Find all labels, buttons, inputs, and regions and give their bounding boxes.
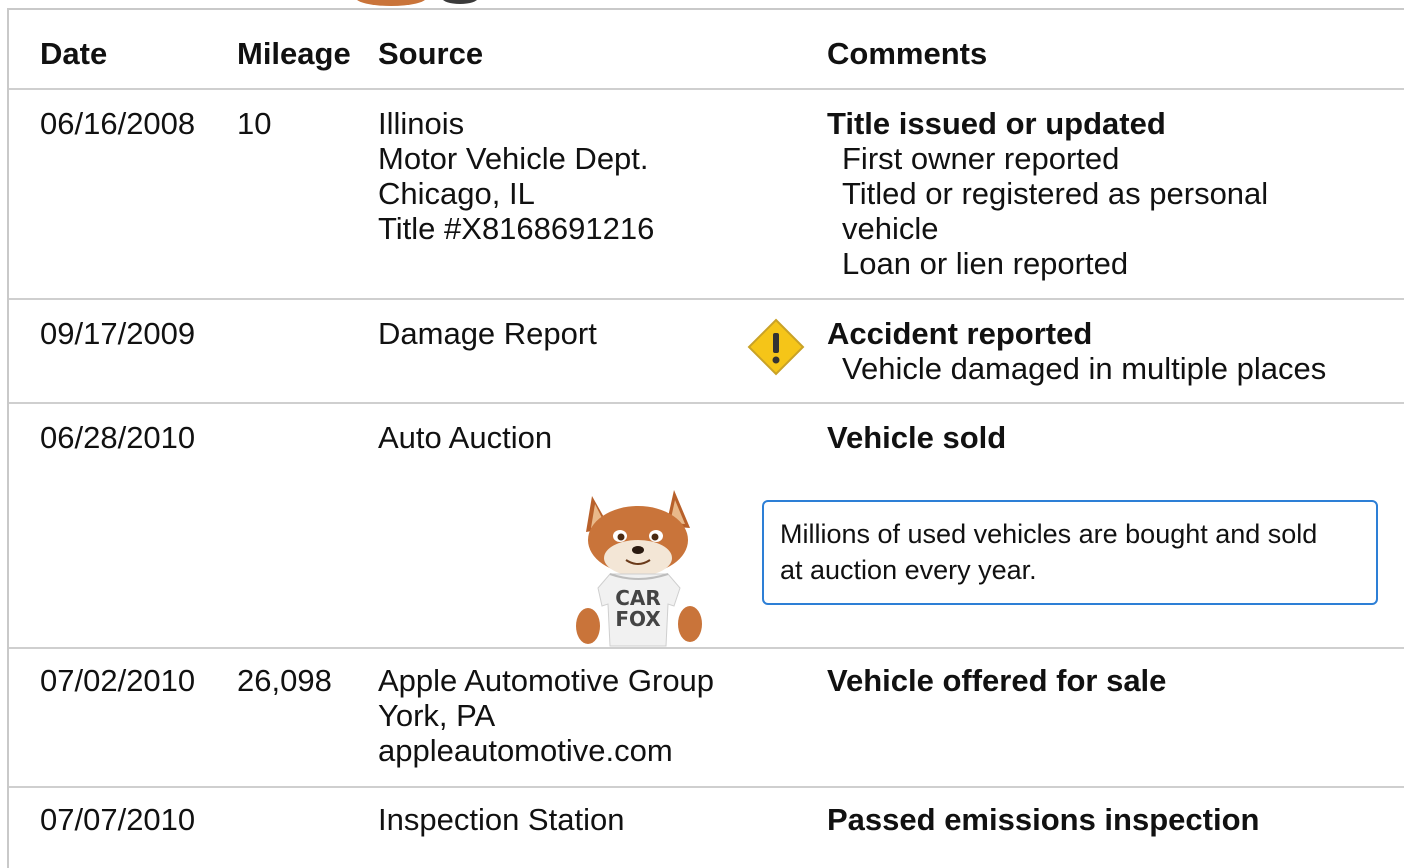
source-line: Apple Automotive Group: [378, 663, 715, 698]
comment-item: Titled or registered as personal: [842, 176, 1269, 211]
comment-title: Title issued or updated: [827, 106, 1166, 141]
row-mileage: 10: [237, 106, 272, 141]
comment-title: Vehicle offered for sale: [827, 663, 1167, 698]
comment-title: Vehicle sold: [827, 420, 1007, 455]
row-comments: Vehicle sold: [827, 420, 1006, 455]
header-source: Source: [378, 36, 484, 71]
source-line: appleautomotive.com: [378, 733, 673, 768]
row-source: Damage Report: [378, 316, 597, 351]
table-row: 06/16/2008 10 Illinois Motor Vehicle Dep…: [9, 90, 1404, 300]
warning-diamond-icon: [747, 318, 805, 376]
source-line: York, PA: [378, 698, 496, 733]
table-row: 07/02/2010 26,098 Apple Automotive Group…: [9, 649, 1404, 788]
header-date: Date: [40, 36, 108, 71]
comment-item: Loan or lien reported: [842, 246, 1129, 281]
callout-line: Millions of used vehicles are bought and…: [780, 519, 1318, 549]
row-date: 07/07/2010: [40, 802, 196, 837]
row-source: Auto Auction: [378, 420, 552, 455]
source-line: Title #X8168691216: [378, 211, 655, 246]
row-mileage: 26,098: [237, 663, 332, 698]
fox-partial-icon: [352, 0, 480, 8]
source-line: Auto Auction: [378, 420, 553, 455]
comment-item: Vehicle damaged in multiple places: [842, 351, 1327, 386]
row-comments: Passed emissions inspection: [827, 802, 1259, 837]
row-date: 06/16/2008: [40, 106, 196, 141]
header-mileage: Mileage: [237, 36, 351, 71]
row-comments: Accident reported Vehicle damaged in mul…: [827, 316, 1326, 386]
table-header: Date Mileage Source Comments: [9, 10, 1404, 90]
header-comments: Comments: [827, 36, 988, 71]
source-line: Damage Report: [378, 316, 597, 351]
mascot-shirt-text: FOX: [615, 607, 661, 631]
carfox-mascot-icon: CAR FOX: [576, 490, 702, 647]
comment-item: First owner reported: [842, 141, 1120, 176]
source-line: Illinois: [378, 106, 465, 141]
table-row: 07/07/2010 Inspection Station Passed emi…: [9, 788, 1404, 868]
row-date: 06/28/2010: [40, 420, 196, 455]
source-line: Motor Vehicle Dept.: [378, 141, 649, 176]
row-comments: Vehicle offered for sale: [827, 663, 1166, 698]
row-comments: Title issued or updated First owner repo…: [827, 106, 1268, 281]
row-date: 07/02/2010: [40, 663, 196, 698]
comment-title: Accident reported: [827, 316, 1093, 351]
comment-item: vehicle: [842, 211, 939, 246]
callout-line: at auction every year.: [780, 555, 1037, 585]
source-line: Inspection Station: [378, 802, 625, 837]
row-source: Illinois Motor Vehicle Dept. Chicago, IL…: [378, 106, 654, 246]
row-source: Inspection Station: [378, 802, 624, 837]
row-date: 09/17/2009: [40, 316, 196, 351]
table-row: 09/17/2009 Damage Report Accident report…: [9, 300, 1404, 404]
row-source: Apple Automotive Group York, PA appleaut…: [378, 663, 714, 768]
auction-callout: Millions of used vehicles are bought and…: [762, 500, 1378, 605]
source-line: Chicago, IL: [378, 176, 535, 211]
comment-title: Passed emissions inspection: [827, 802, 1260, 837]
